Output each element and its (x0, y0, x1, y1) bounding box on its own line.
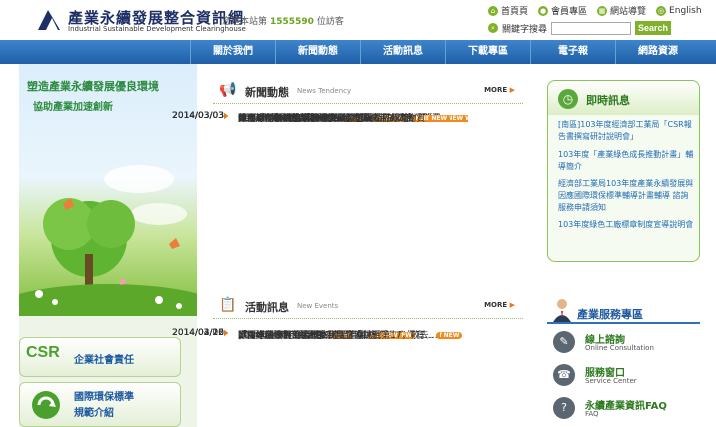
nav-item-downloads[interactable]: 下載專區 (445, 40, 530, 64)
visitor-prefix: 您是本站第 (222, 17, 268, 27)
phone-icon: ☎ (553, 364, 575, 386)
nav-item-resources[interactable]: 網路資源 (615, 40, 700, 64)
news-title-en: News Tendency (297, 87, 352, 95)
search-bar: ⌕ 關鍵字搜尋 Search (488, 21, 672, 35)
home-icon: ⌂ (488, 5, 498, 16)
nav-item-events[interactable]: 活動訊息 (360, 40, 445, 64)
service-title: 產業服務專區 (577, 308, 643, 321)
main-nav: 關於我們 新聞動態 活動訊息 下載專區 電子報 網路資源 (0, 40, 716, 64)
news-date: 2014/03/03 (172, 111, 224, 121)
bullet-icon (224, 113, 228, 119)
events-more-link[interactable]: MORE ▶ (484, 301, 515, 309)
top-links: ⌂ 首頁頁 ● 會員專區 ▦ 網站導覽 ◎ English (488, 4, 702, 17)
chat-icon: ✎ (553, 331, 575, 353)
intl-standard-label-l2: 規範介紹 (74, 408, 114, 419)
search-label: 關鍵字搜尋 (502, 24, 548, 35)
instant-item[interactable]: 103年度「產業綠色成長推動計畫」輔導簡介 (558, 149, 694, 173)
instant-item[interactable]: [南區]103年度經濟部工業局「CSR報告書撰寫研討說明會」 (558, 119, 694, 143)
events-title-en: New Events (297, 302, 339, 310)
visitor-counter: 您是本站第 1555590 位訪客 (222, 14, 344, 27)
instant-item[interactable]: 103年度綠色工廠標章制度宣導說明會 (558, 219, 694, 231)
top-link-home[interactable]: ⌂ 首頁頁 (488, 4, 528, 17)
top-link-member[interactable]: ● 會員專區 (538, 4, 587, 17)
csr-link[interactable]: CSR 企業社會責任 (19, 337, 181, 377)
top-link-english[interactable]: ◎ English (656, 4, 702, 17)
intl-standard-label-l1: 國際環保標準 (74, 392, 134, 403)
globe-icon: ◎ (656, 5, 667, 16)
instant-title: 即時訊息 (586, 94, 630, 107)
csr-label: 企業社會責任 (74, 355, 134, 366)
sitemap-icon: ▦ (597, 5, 608, 16)
header: 產業永續發展整合資訊網 Industrial Sustainable Devel… (0, 0, 716, 40)
instant-item[interactable]: 經濟部工業局103年度產業永續發展與因應國際環保標準輔導計畫輔導 諮詢服務申請須… (558, 178, 694, 214)
page: 產業永續發展整合資訊網 Industrial Sustainable Devel… (0, 0, 716, 427)
nav-item-news[interactable]: 新聞動態 (275, 40, 360, 64)
search-button[interactable]: Search (635, 21, 672, 35)
more-arrow-icon: ▶ (509, 86, 515, 94)
search-input[interactable] (551, 21, 632, 35)
more-arrow-icon: ▶ (509, 301, 515, 309)
csr-logo: CSR (26, 344, 60, 361)
site-subtitle: Industrial Sustainable Development Clear… (68, 25, 246, 33)
megaphone-icon: 📢 (219, 82, 237, 98)
news-title: 新聞動態 (245, 86, 289, 99)
person-icon (553, 299, 571, 322)
news-title: 2014年美國至少有33個州會立法限制有毒物質 (238, 114, 426, 124)
search-icon: ⌕ (488, 23, 498, 33)
nav-item-about[interactable]: 關於我們 (190, 40, 275, 64)
instant-messages-panel: ◷ 即時訊息 [南區]103年度經濟部工業局「CSR報告書撰寫研討說明會」 10… (547, 80, 700, 262)
faq-icon: ? (553, 397, 575, 419)
site-logo-icon[interactable] (36, 8, 62, 32)
news-section-header: 📢 新聞動態 News Tendency MORE ▶ (213, 80, 523, 104)
news-more-link[interactable]: MORE ▶ (484, 86, 515, 94)
visitor-count: 1555590 (270, 17, 314, 27)
nav-item-newsletter[interactable]: 電子報 (530, 40, 615, 64)
events-icon: 📋 (219, 297, 237, 313)
intl-standard-link[interactable]: 國際環保標準 規範介紹 (19, 382, 181, 427)
instant-header: ◷ 即時訊息 (548, 81, 699, 115)
events-section-header: 📋 活動訊息 New Events MORE ▶ (213, 295, 523, 319)
events-title: 活動訊息 (245, 301, 289, 314)
service-online-consultation[interactable]: ✎ 線上諮詢 Online Consultation (547, 328, 700, 362)
member-icon: ● (538, 5, 549, 16)
event-title: 2014年經濟自由貿易-我國全球挑戰第17，較去… (238, 331, 438, 341)
recycle-icon (32, 391, 60, 419)
service-header: 產業服務專區 (547, 298, 700, 324)
service-panel: 產業服務專區 ✎ 線上諮詢 Online Consultation ☎ 服務窗口… (547, 298, 700, 427)
banner-image: 塑造產業永續發展優良環境 協助產業加速創新 (19, 64, 197, 316)
new-badge: NEW (428, 115, 451, 122)
service-center[interactable]: ☎ 服務窗口 Service Center (547, 361, 700, 395)
banner-illustration-icon (19, 165, 197, 316)
visitor-suffix: 位訪客 (316, 17, 344, 27)
service-faq[interactable]: ? 永續產業資訊FAQ FAQ (547, 394, 700, 427)
bullet-icon (224, 330, 228, 336)
new-badge: NEW (440, 332, 463, 339)
event-date: 2014/02/26 (172, 328, 224, 338)
top-link-sitemap[interactable]: ▦ 網站導覽 (597, 4, 646, 17)
clock-icon: ◷ (558, 89, 578, 109)
